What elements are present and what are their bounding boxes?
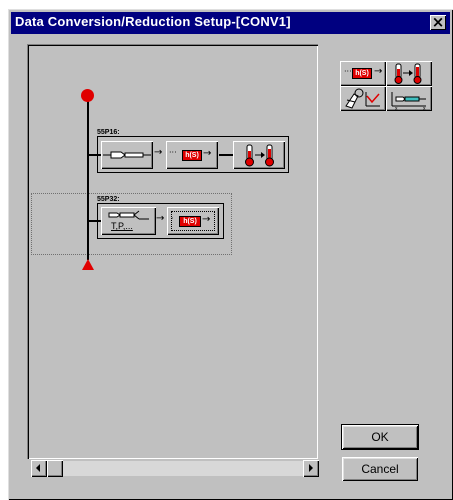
calibration-plot-icon	[345, 88, 380, 109]
signal-line	[87, 96, 89, 260]
probe-sensor-icon	[103, 151, 151, 159]
add-transfer-function-button[interactable]: ··· h(S) →	[340, 61, 386, 86]
horizontal-scrollbar[interactable]	[31, 460, 319, 477]
probe-config-button[interactable]: x x	[386, 86, 432, 111]
flow-arrow-icon: →	[156, 213, 165, 224]
branch-line	[89, 220, 101, 222]
end-node-icon[interactable]	[82, 259, 94, 270]
transfer-function-icon: h(S)	[179, 216, 201, 227]
scroll-left-button[interactable]	[31, 460, 47, 477]
flow-arrow-icon: →	[154, 147, 163, 158]
flow-arrow-icon: →	[202, 214, 211, 225]
transfer-function-icon: h(S)	[352, 68, 372, 79]
transfer-function-icon: h(S)	[182, 150, 202, 161]
calibration-plot-button[interactable]	[340, 86, 386, 111]
scroll-right-icon	[309, 464, 313, 472]
connector-line	[219, 154, 233, 156]
close-icon: ×	[431, 13, 445, 31]
title-bar[interactable]: Data Conversion/Reduction Setup-[CONV1] …	[11, 12, 450, 34]
transfer-function-block-selected[interactable]: · h(S) →	[167, 207, 219, 235]
scroll-left-icon	[36, 464, 40, 472]
temperature-conversion-block[interactable]	[233, 141, 285, 169]
temperature-conversion-icon	[394, 63, 422, 84]
probe-block[interactable]	[101, 141, 153, 169]
transfer-function-block[interactable]: ··· h(S) →	[166, 141, 218, 169]
add-temperature-conversion-button[interactable]	[386, 61, 432, 86]
start-node-icon[interactable]	[81, 89, 94, 102]
branch-line	[89, 154, 101, 156]
window-title: Data Conversion/Reduction Setup-[CONV1]	[15, 14, 291, 29]
svg-text:x: x	[423, 106, 426, 111]
probe-tpq-block[interactable]: T,P,...	[101, 207, 156, 235]
flow-arrow-icon: →	[203, 148, 212, 159]
row-label-55p32: 55P32:	[97, 196, 120, 203]
close-button[interactable]: ×	[430, 13, 446, 31]
dotted-lead-icon: ···	[344, 67, 352, 76]
probe-tpq-label: T,P,...	[111, 221, 133, 231]
ok-button[interactable]: OK	[341, 424, 419, 450]
row-label-55p16: 55P16:	[97, 129, 120, 136]
cancel-button[interactable]: Cancel	[342, 457, 418, 481]
svg-text:x: x	[395, 106, 398, 111]
dotted-lead-icon: ···	[169, 148, 177, 157]
dotted-lead-icon: ·	[171, 214, 174, 223]
flow-arrow-icon: →	[374, 66, 383, 77]
temperature-conversion-icon	[245, 144, 274, 167]
probe-config-icon: x x	[391, 92, 426, 111]
scroll-thumb[interactable]	[47, 460, 63, 477]
scroll-right-button[interactable]	[303, 460, 319, 477]
